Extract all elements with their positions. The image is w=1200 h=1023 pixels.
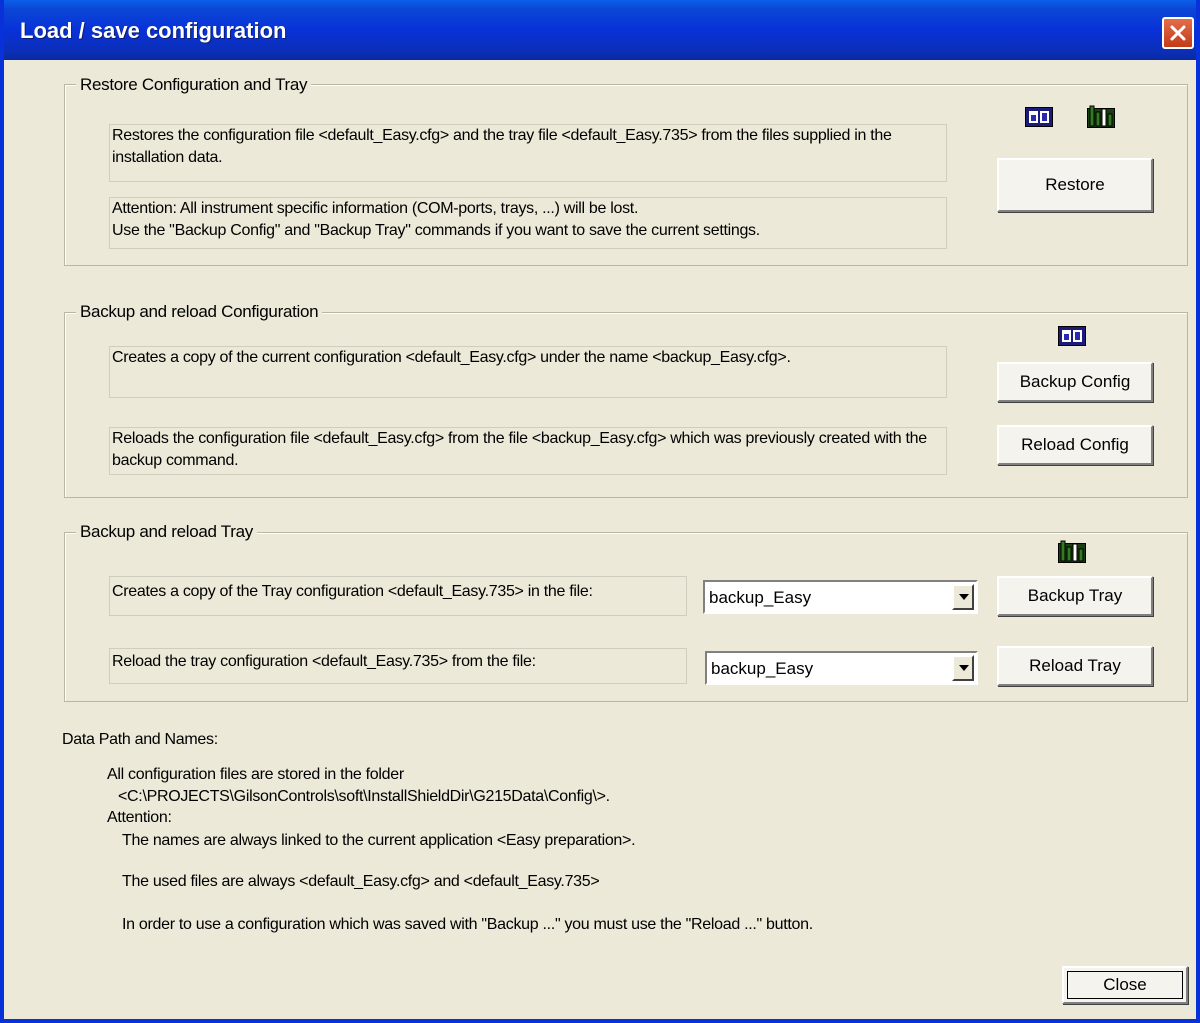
info-line-names: The names are always linked to the curre… [122,832,636,849]
restore-attention: Attention: All instrument specific infor… [109,197,947,249]
info-line-reload: In order to use a configuration which wa… [122,916,813,933]
backup-tray-select-value: backup_Easy [709,588,812,607]
reload-tray-dropdown-button[interactable] [952,655,974,681]
backup-tray-select[interactable]: backup_Easy [703,580,978,614]
info-line-attention: Attention: [107,809,172,826]
backup-tray-description: Creates a copy of the Tray configuration… [109,576,687,616]
reload-tray-select[interactable]: backup_Easy [705,651,978,685]
reload-tray-description: Reload the tray configuration <default_E… [109,648,687,684]
reload-tray-button[interactable]: Reload Tray [997,646,1153,686]
backup-config-button[interactable]: Backup Config [997,362,1153,402]
close-icon [1170,25,1186,41]
backup-config-group-legend: Backup and reload Configuration [76,302,323,322]
chevron-down-icon [959,594,969,600]
backup-config-description: Creates a copy of the current configurat… [109,346,947,398]
restore-group-legend: Restore Configuration and Tray [76,75,312,95]
config-chart-icon [1058,326,1086,346]
window-close-button[interactable] [1162,17,1194,49]
backup-tray-group-legend: Backup and reload Tray [76,522,257,542]
chevron-down-icon [959,665,969,671]
title-bar: Load / save configuration [4,0,1196,60]
info-line-path: <C:\PROJECTS\GilsonControls\soft\Install… [118,788,610,805]
tray-chart-icon [1087,105,1115,128]
reload-tray-select-value: backup_Easy [711,659,814,678]
window-title: Load / save configuration [20,18,287,43]
restore-description: Restores the configuration file <default… [109,124,947,182]
restore-button[interactable]: Restore [997,158,1153,212]
data-path-heading: Data Path and Names: [62,731,218,748]
backup-tray-dropdown-button[interactable] [952,584,974,610]
info-line-folder: All configuration files are stored in th… [107,766,404,783]
info-line-files: The used files are always <default_Easy.… [122,873,600,890]
dialog-window: Load / save configuration Restore Config… [0,0,1200,1023]
backup-tray-button[interactable]: Backup Tray [997,576,1153,616]
reload-config-description: Reloads the configuration file <default_… [109,427,947,475]
tray-chart-icon [1058,540,1086,563]
close-button[interactable]: Close [1062,966,1188,1004]
reload-config-button[interactable]: Reload Config [997,425,1153,465]
config-chart-icon [1025,107,1053,127]
